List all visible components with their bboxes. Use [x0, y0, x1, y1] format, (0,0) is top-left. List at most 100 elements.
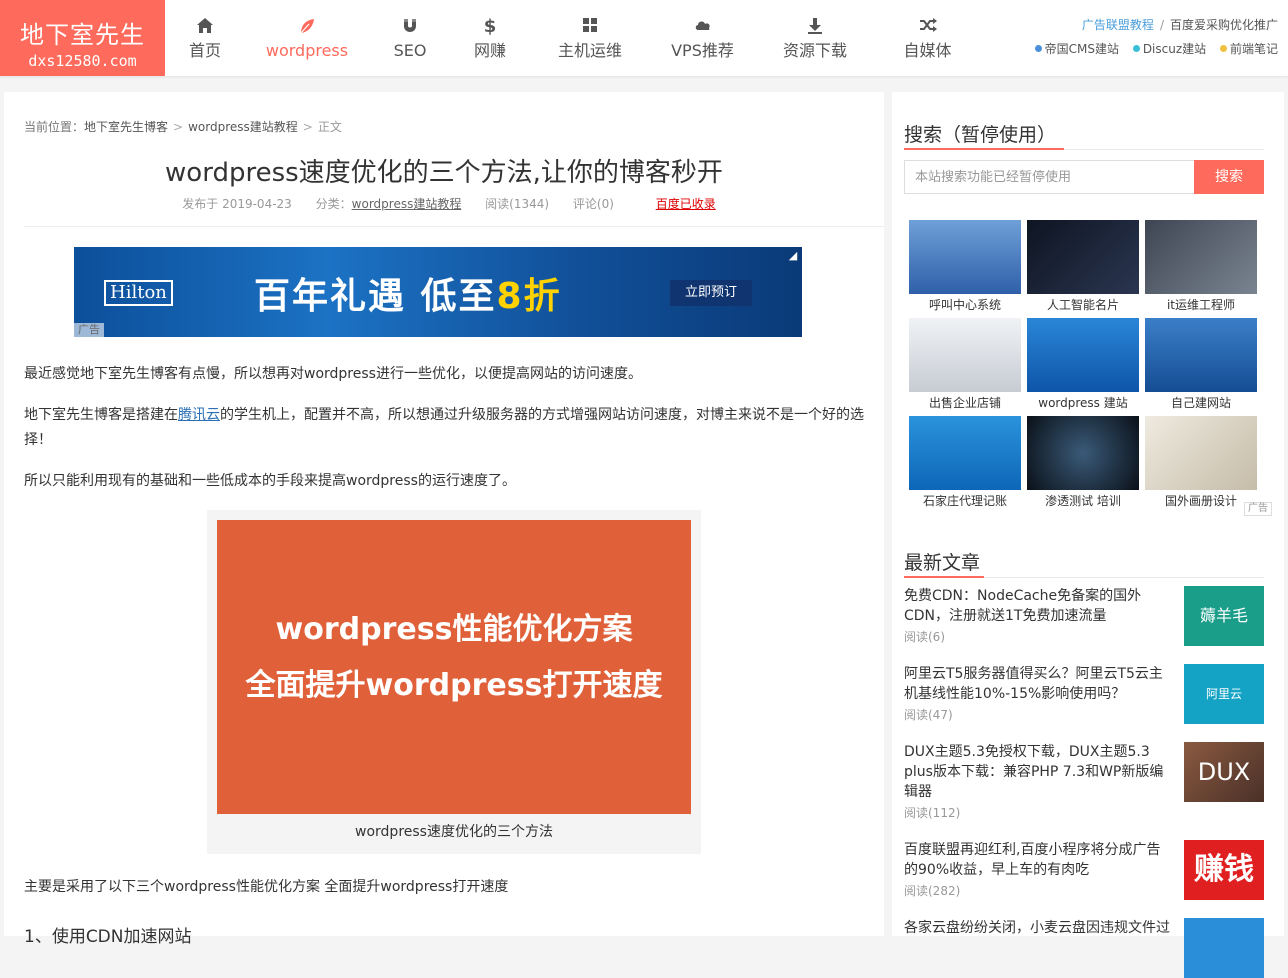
- book-now-button[interactable]: 立即预订: [670, 280, 752, 306]
- tag-link-frontend[interactable]: 前端笔记: [1230, 42, 1278, 56]
- nav-item-home[interactable]: 首页: [165, 0, 245, 76]
- breadcrumb-prefix: 当前位置：: [24, 120, 85, 134]
- ad-note[interactable]: 广告: [1244, 502, 1272, 516]
- site-header: 地下室先生 dxs12580.com 首页 wordpress SEO $ 网赚…: [0, 0, 1288, 76]
- widget-title-underline: [904, 148, 1264, 150]
- section-heading: 1、使用CDN加速网站: [24, 927, 192, 947]
- post-title[interactable]: DUX主题5.3免授权下载，DUX主题5.3 plus版本下载：兼容PHP 7.…: [904, 742, 1174, 802]
- sidebar: 搜索（暂停使用） 搜索 呼叫中心系统 人工智能名片 it运维工程师 出售企业店铺…: [892, 92, 1284, 978]
- search-widget-title: 搜索（暂停使用）: [904, 124, 1057, 146]
- logo-title: 地下室先生: [20, 21, 145, 49]
- article-title: wordpress速度优化的三个方法,让你的博客秒开: [165, 158, 723, 188]
- baidu-promo-link[interactable]: 百度爱采购优化推广: [1170, 18, 1278, 32]
- post-item[interactable]: 阿里云T5服务器值得买么？阿里云T5云主机基线性能10%-15%影响使用吗？ 阅…: [904, 664, 1264, 728]
- paragraph: 地下室先生博客是搭建在腾讯云的学生机上，配置并不高，所以想通过升级服务器的方式增…: [24, 407, 864, 448]
- article-image[interactable]: wordpress性能优化方案 全面提升wordpress打开速度: [217, 520, 691, 814]
- post-views: 阅读(282): [904, 884, 961, 898]
- post-thumbnail[interactable]: [1184, 918, 1264, 978]
- post-item[interactable]: 各家云盘纷纷关闭，小麦云盘因违规文件过: [904, 918, 1264, 978]
- post-thumbnail[interactable]: 阿里云: [1184, 664, 1264, 724]
- ad-caption: 呼叫中心系统: [928, 298, 1001, 312]
- ad-caption: wordpress 建站: [1038, 396, 1128, 410]
- post-item[interactable]: 百度联盟再迎红利,百度小程序将分成广告的90%收益，早上车的有肉吃 阅读(282…: [904, 840, 1264, 904]
- breadcrumb-separator: >: [173, 120, 184, 134]
- nav-item-download[interactable]: 资源下载: [770, 0, 860, 76]
- post-thumbnail[interactable]: 赚钱: [1184, 840, 1264, 900]
- ad-item[interactable]: 人工智能名片: [1027, 220, 1139, 316]
- logo-domain: dxs12580.com: [28, 52, 137, 70]
- post-thumbnail[interactable]: DUX: [1184, 742, 1264, 802]
- post-thumbnail[interactable]: 薅羊毛: [1184, 586, 1264, 646]
- image-line-2: 全面提升wordpress打开速度: [245, 668, 663, 703]
- nav-label: 资源下载: [782, 41, 847, 60]
- ad-item[interactable]: 国外画册设计: [1145, 416, 1257, 512]
- site-logo[interactable]: 地下室先生 dxs12580.com: [0, 0, 165, 76]
- post-title[interactable]: 各家云盘纷纷关闭，小麦云盘因违规文件过: [904, 918, 1174, 938]
- tencent-cloud-link[interactable]: 腾讯云: [178, 407, 220, 423]
- breadcrumb-category[interactable]: wordpress建站教程: [188, 120, 298, 134]
- grid-icon: [545, 17, 635, 37]
- ad-caption: 石家庄代理记账: [922, 494, 1007, 508]
- search-input[interactable]: [905, 161, 1195, 193]
- publish-date: 发布于 2019-04-23: [182, 197, 292, 211]
- post-item[interactable]: 免费CDN：NodeCache免备案的国外CDN，注册就送1T免费加速流量 阅读…: [904, 586, 1264, 650]
- search-button[interactable]: 搜索: [1194, 160, 1264, 194]
- ad-banner[interactable]: Hilton 百年礼遇 低至8折 立即预订 广告 ◢: [74, 247, 802, 337]
- nav-item-vps[interactable]: VPS推荐: [660, 0, 745, 76]
- nav-item-earn[interactable]: $ 网赚: [455, 0, 525, 76]
- ad-slogan: 百年礼遇 低至8折: [254, 276, 562, 317]
- nav-label: 首页: [188, 41, 221, 60]
- post-views: 阅读(112): [904, 806, 961, 820]
- post-title[interactable]: 免费CDN：NodeCache免备案的国外CDN，注册就送1T免费加速流量: [904, 586, 1174, 626]
- ad-caption: 渗透测试 培训: [1045, 494, 1121, 508]
- nav-item-wordpress[interactable]: wordpress: [255, 0, 359, 76]
- ad-item[interactable]: 渗透测试 培训: [1027, 416, 1139, 512]
- ad-item[interactable]: wordpress 建站: [1027, 318, 1139, 414]
- paragraph: 主要是采用了以下三个wordpress性能优化方案 全面提升wordpress打…: [24, 879, 509, 895]
- ad-thumb: [1027, 318, 1139, 392]
- hilton-logo: Hilton: [104, 280, 173, 306]
- comment-count[interactable]: 评论(0): [573, 197, 614, 211]
- post-title[interactable]: 百度联盟再迎红利,百度小程序将分成广告的90%收益，早上车的有肉吃: [904, 840, 1174, 880]
- shuffle-icon: [885, 17, 970, 37]
- breadcrumb-home[interactable]: 地下室先生博客: [84, 120, 168, 134]
- ad-thumb: [909, 220, 1021, 294]
- ad-thumb: [909, 416, 1021, 490]
- dollar-icon: $: [483, 16, 497, 37]
- tag-link-discuz[interactable]: Discuz建站: [1143, 42, 1206, 56]
- view-count: 阅读(1344): [485, 197, 550, 211]
- dot-icon: [1034, 45, 1042, 52]
- ad-alliance-link[interactable]: 广告联盟教程: [1082, 18, 1154, 32]
- ad-item[interactable]: 自己建网站: [1145, 318, 1257, 414]
- ad-thumb: [1145, 318, 1257, 392]
- category-link[interactable]: wordpress建站教程: [352, 197, 462, 211]
- paragraph: 最近感觉地下室先生博客有点慢，所以想再对wordpress进行一些优化，以便提高…: [24, 366, 642, 382]
- nav-label: 主机运维: [557, 41, 622, 60]
- ad-thumb: [909, 318, 1021, 392]
- tag-link-empire-cms[interactable]: 帝国CMS建站: [1045, 42, 1119, 56]
- nav-item-media[interactable]: 自媒体: [885, 0, 970, 76]
- ad-tag: 广告: [74, 323, 104, 337]
- post-item[interactable]: DUX主题5.3免授权下载，DUX主题5.3 plus版本下载：兼容PHP 7.…: [904, 742, 1264, 826]
- widget-title-underline: [904, 576, 1264, 578]
- ad-thumb: [1145, 220, 1257, 294]
- ad-item[interactable]: 呼叫中心系统: [909, 220, 1021, 316]
- nav-label: 网赚: [473, 41, 506, 60]
- image-line-1: wordpress性能优化方案: [275, 612, 633, 647]
- ad-caption: 人工智能名片: [1046, 298, 1119, 312]
- ad-item[interactable]: 出售企业店铺: [909, 318, 1021, 414]
- ad-thumb: [1027, 220, 1139, 294]
- category-meta: 分类：wordpress建站教程: [315, 197, 462, 211]
- ad-corner-icon[interactable]: ◢: [786, 249, 800, 263]
- cloud-icon: [660, 17, 745, 37]
- baidu-indexed-link[interactable]: 百度已收录: [656, 197, 716, 211]
- ad-thumb: [1027, 416, 1139, 490]
- ad-item[interactable]: 石家庄代理记账: [909, 416, 1021, 512]
- nav-item-hosting[interactable]: 主机运维: [545, 0, 635, 76]
- ad-item[interactable]: it运维工程师: [1145, 220, 1257, 316]
- nav-label: SEO: [393, 41, 427, 60]
- divider: [24, 226, 884, 227]
- post-title[interactable]: 阿里云T5服务器值得买么？阿里云T5云主机基线性能10%-15%影响使用吗？: [904, 664, 1174, 704]
- dot-icon: [1132, 45, 1140, 52]
- nav-item-seo[interactable]: SEO: [375, 0, 445, 76]
